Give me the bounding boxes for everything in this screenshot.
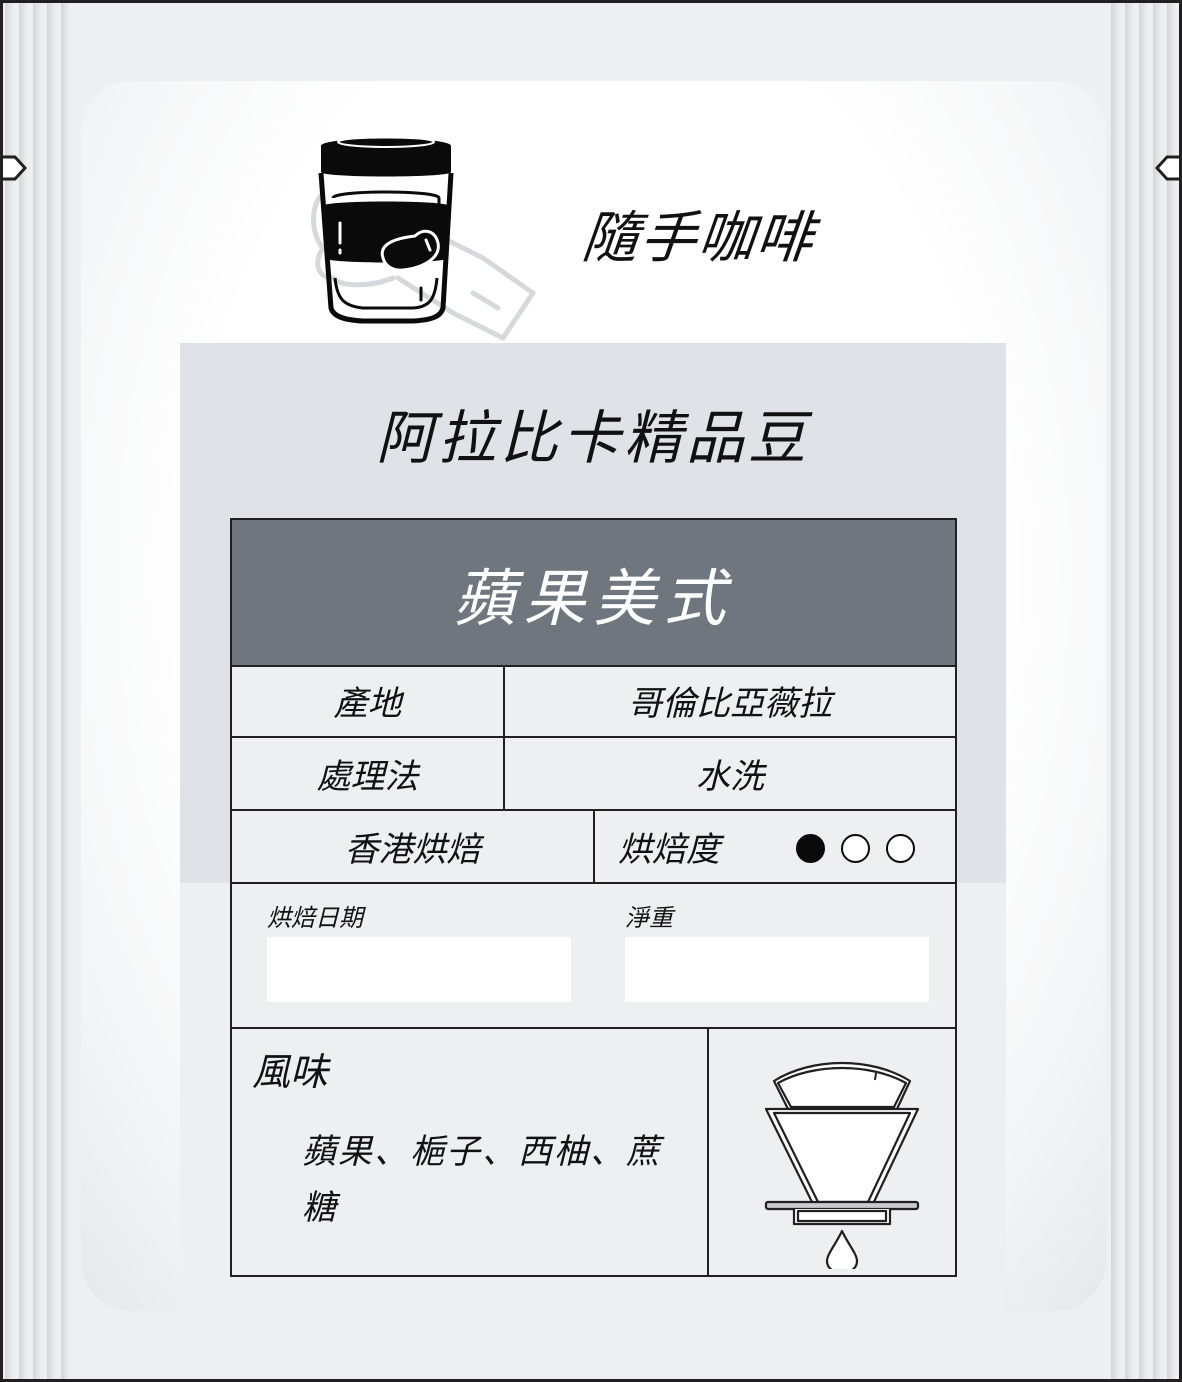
row-divider <box>593 811 595 882</box>
right-crimp-seal <box>1111 3 1177 1379</box>
origin-row: 產地 哥倫比亞薇拉 <box>232 665 955 738</box>
process-label: 處理法 <box>316 757 419 797</box>
process-value: 水洗 <box>696 757 764 797</box>
roast-level-dot <box>841 834 870 863</box>
roast-level-indicator <box>796 834 915 863</box>
right-tear-notch-icon <box>1154 155 1179 181</box>
net-weight-field[interactable] <box>625 937 929 1002</box>
date-weight-section: 烘焙日期 淨重 <box>232 884 955 1029</box>
flavor-section: 風味 蘋果、梔子、西柚、蔗糖 <box>232 1029 955 1275</box>
brand-name: 隨手咖啡 <box>579 206 818 271</box>
roast-date-field[interactable] <box>267 937 571 1002</box>
origin-value: 哥倫比亞薇拉 <box>628 684 832 724</box>
roast-level-label: 烘焙度 <box>618 830 720 870</box>
coffee-bag-label: 隨手咖啡 阿拉比卡精品豆 蘋果美式 產地 哥倫比亞薇拉 處理法 水洗 香港烘焙 … <box>0 0 1182 1382</box>
left-tear-notch-icon <box>3 155 28 181</box>
product-name-header: 蘋果美式 <box>232 520 955 667</box>
roast-level-dot <box>886 834 915 863</box>
product-name: 蘋果美式 <box>453 561 734 635</box>
flavor-title: 風味 <box>252 1050 329 1094</box>
flavor-divider <box>707 1029 709 1275</box>
roast-date-label: 烘焙日期 <box>267 904 363 932</box>
origin-label: 產地 <box>333 684 402 724</box>
net-weight-label: 淨重 <box>625 904 673 932</box>
roaster-location: 香港烘焙 <box>344 830 481 870</box>
coffee-cup-in-hand-icon <box>311 136 536 341</box>
product-info-card: 蘋果美式 產地 哥倫比亞薇拉 處理法 水洗 香港烘焙 烘焙度 烘焙日期 淨重 風… <box>230 518 957 1277</box>
roast-row: 香港烘焙 烘焙度 <box>232 811 955 884</box>
pour-over-dripper-icon <box>764 1062 920 1269</box>
process-row: 處理法 水洗 <box>232 738 955 811</box>
roast-level-dot <box>796 834 825 863</box>
left-crimp-seal <box>5 3 71 1379</box>
product-line-title: 阿拉比卡精品豆 <box>375 404 810 472</box>
flavor-notes: 蘋果、梔子、西柚、蔗糖 <box>302 1132 662 1228</box>
